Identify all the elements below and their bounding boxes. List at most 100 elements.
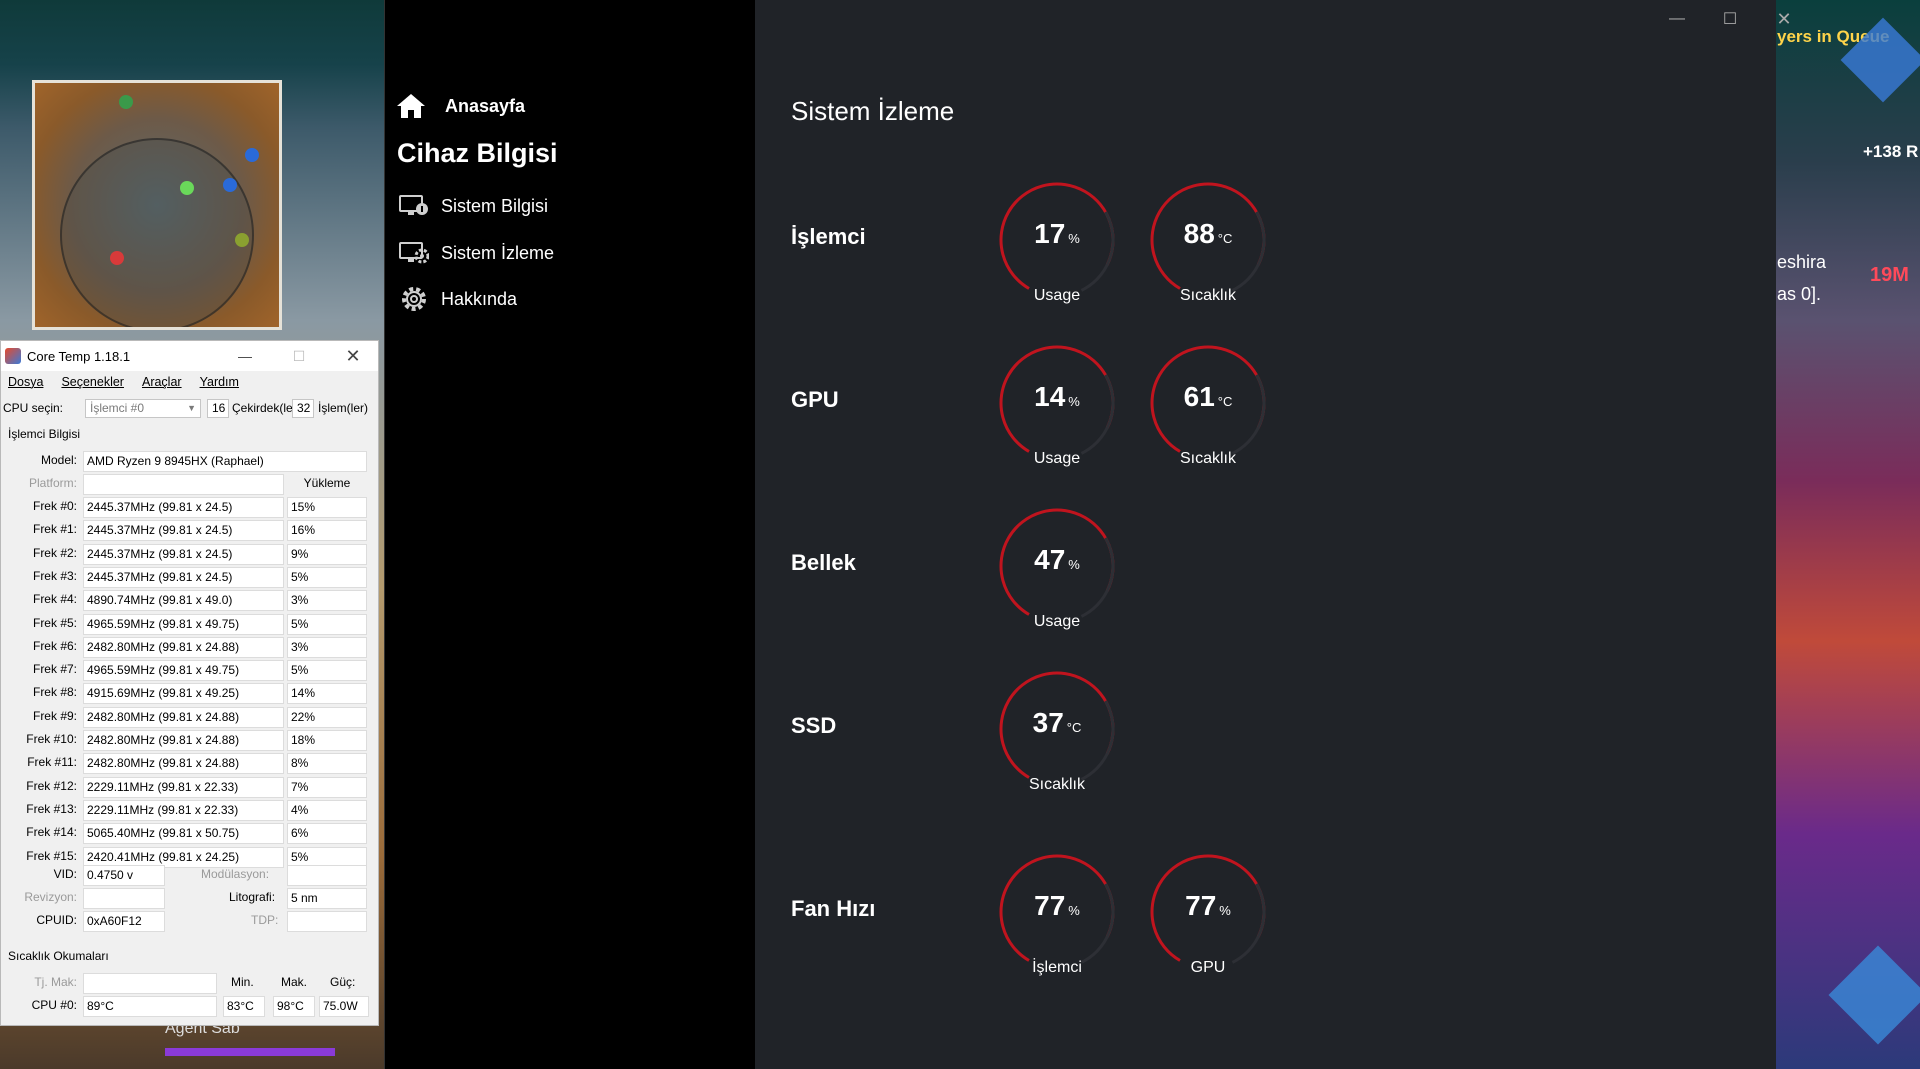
frequency-label: Frek #9: <box>32 708 77 723</box>
close-icon[interactable]: ✕ <box>1761 6 1807 32</box>
frequency-value: 4915.69MHz (99.81 x 49.25) <box>83 683 284 705</box>
cpu0-min: 83°C <box>223 996 265 1017</box>
frequency-load: 16% <box>287 520 367 542</box>
frequency-row: Frek #10: 2482.80MHz (99.81 x 24.88) 18% <box>1 729 380 752</box>
frequency-row: Frek #1: 2445.37MHz (99.81 x 24.5) 16% <box>1 519 380 542</box>
minimap-zone-ring <box>60 138 254 327</box>
frequency-label: Frek #12: <box>26 778 77 793</box>
gauge-caption: Sıcaklık <box>1028 776 1085 793</box>
frequency-label: Frek #0: <box>32 499 77 513</box>
maximize-icon[interactable]: ☐ <box>277 341 321 371</box>
frequency-row: Frek #5: 4965.59MHz (99.81 x 49.75) 5% <box>1 613 380 636</box>
coretemp-app-icon <box>5 348 21 364</box>
gauge: 47% Usage <box>997 506 1117 656</box>
menu-dosya[interactable]: Dosya <box>8 375 43 389</box>
frequency-value: 2229.11MHz (99.81 x 22.33) <box>83 799 284 821</box>
threads-count: 32 <box>292 398 314 418</box>
revision-row: Revizyon: Litografi: 5 nm <box>1 887 380 910</box>
cpu0-power: 75.0W <box>319 996 369 1017</box>
frequency-label: Frek #15: <box>26 848 77 863</box>
maximize-icon[interactable]: ☐ <box>1707 6 1753 32</box>
frequency-value: 2445.37MHz (99.81 x 24.5) <box>83 566 284 588</box>
frequency-row: Frek #4: 4890.74MHz (99.81 x 49.0) 3% <box>1 589 380 612</box>
gauge-value-wrap: 61 °C <box>1148 381 1268 413</box>
gauge: 14% Usage <box>997 343 1117 493</box>
minimize-icon[interactable]: — <box>223 341 267 371</box>
menu-araclar[interactable]: Araçlar <box>142 375 182 389</box>
frequency-value: 4965.59MHz (99.81 x 49.75) <box>83 660 284 682</box>
gauge-caption: Usage <box>1033 287 1081 304</box>
gauge-caption: İşlemci <box>1032 959 1082 976</box>
minimap-marker-icon <box>119 95 133 109</box>
platform-value <box>83 474 284 495</box>
nav-home[interactable]: Anasayfa <box>395 92 525 120</box>
frequency-value: 2482.80MHz (99.81 x 24.88) <box>83 753 284 775</box>
frequency-load: 4% <box>287 799 367 821</box>
model-value: AMD Ryzen 9 8945HX (Raphael) <box>83 451 367 472</box>
frequency-load: 18% <box>287 730 367 751</box>
gauge-unit: °C <box>1066 720 1082 735</box>
frequency-label: Frek #11: <box>27 755 77 770</box>
gauge-caption: Usage <box>1033 613 1081 630</box>
gauge: 37 °C Sıcaklık <box>997 669 1117 819</box>
close-icon[interactable]: ✕ <box>331 341 375 371</box>
gauge: 61 °C Sıcaklık <box>1148 343 1268 493</box>
frequency-load: 5% <box>287 660 367 682</box>
frequency-label: Frek #2: <box>32 545 77 560</box>
gauge-value-wrap: 14% <box>997 381 1117 413</box>
frequency-label: Frek #8: <box>32 685 77 700</box>
power-header: Güç: <box>330 975 356 989</box>
cpu-select-row: CPU seçin: İşlemci #0 ▼ 16 Çekirdek(ler)… <box>1 393 378 423</box>
tdp-value <box>287 911 367 932</box>
minimap-marker-icon <box>235 233 249 247</box>
gauge-value: 88 <box>1183 218 1215 249</box>
gauge: 88 °C Sıcaklık <box>1148 180 1268 330</box>
model-label: Model: <box>40 453 77 467</box>
vid-value: 0.4750 v <box>83 865 165 886</box>
gear-icon <box>399 286 429 312</box>
gauge-value: 17 <box>1034 218 1066 249</box>
gauge-caption: Sıcaklık <box>1179 287 1236 304</box>
min-header: Min. <box>231 975 254 989</box>
sidebar-item-label: Sistem İzleme <box>441 242 555 263</box>
cpuid-value: 0xA60F12 <box>83 911 165 932</box>
cpu-info-group-title: İşlemci Bilgisi <box>8 427 81 441</box>
frequency-load: 3% <box>287 590 367 612</box>
cpu-select-value: İşlemci #0 <box>90 401 145 415</box>
page-title: Sistem İzleme <box>791 96 955 126</box>
frequency-load: 5% <box>287 566 367 588</box>
coretemp-menubar: Dosya Seçenekler Araçlar Yardım <box>1 371 378 393</box>
sidebar-item-label: Hakkında <box>441 288 518 309</box>
frequency-value: 2482.80MHz (99.81 x 24.88) <box>83 706 284 728</box>
minimap-marker-icon <box>223 178 237 192</box>
menu-secenekler[interactable]: Seçenekler <box>61 375 124 389</box>
game-background-right: yers in Queue +138 R eshira as 0]. 19M <box>1775 0 1920 1069</box>
sidebar-item-system-info[interactable]: Sistem Bilgisi <box>399 193 548 219</box>
gauge-unit: °C <box>1217 231 1233 246</box>
frequency-value: 2445.37MHz (99.81 x 24.5) <box>83 543 284 565</box>
frequency-load: 22% <box>287 706 367 728</box>
sidebar-item-about[interactable]: Hakkında <box>399 286 517 312</box>
coretemp-title: Core Temp 1.18.1 <box>27 348 131 364</box>
frequency-value: 2445.37MHz (99.81 x 24.5) <box>83 520 284 542</box>
cpu0-temp: 89°C <box>83 996 217 1017</box>
gauge-value-wrap: 88 °C <box>1148 218 1268 250</box>
metric-name: GPU <box>791 387 839 412</box>
cores-count: 16 <box>207 398 229 418</box>
tdp-label: TDP: <box>251 913 279 927</box>
game-rank-icon <box>1828 945 1920 1045</box>
game-score-text: +138 R <box>1863 142 1919 161</box>
frequency-row: Frek #9: 2482.80MHz (99.81 x 24.88) 22% <box>1 706 380 729</box>
frequency-row: Frek #11: 2482.80MHz (99.81 x 24.88) 8% <box>1 752 380 775</box>
game-player-name: eshira <box>1777 252 1827 272</box>
litho-value: 5 nm <box>287 888 367 909</box>
cpu-select-dropdown[interactable]: İşlemci #0 ▼ <box>85 398 201 418</box>
threads-label: İşlem(ler) <box>318 401 368 415</box>
frequency-load: 9% <box>287 543 367 565</box>
frequency-load: 7% <box>287 776 367 798</box>
game-player-name-2: as 0]. <box>1777 284 1822 304</box>
menu-yardim[interactable]: Yardım <box>200 375 239 389</box>
minimize-icon[interactable]: — <box>1654 6 1700 32</box>
sidebar-item-system-monitor[interactable]: Sistem İzleme <box>399 240 554 266</box>
cpuid-row: CPUID: 0xA60F12 TDP: <box>1 910 380 933</box>
